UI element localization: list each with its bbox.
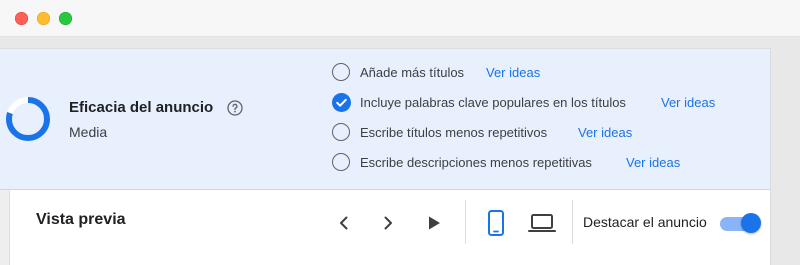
suggestion-text: Escribe títulos menos repetitivos [360,125,548,140]
suggestion-text: Añade más títulos [360,65,465,80]
play-icon[interactable] [423,212,445,234]
ad-strength-level: Media [69,124,108,140]
highlight-ad-toggle[interactable] [718,211,762,235]
preview-left-strip [0,190,10,265]
toggle-knob[interactable] [741,213,761,233]
chevron-left-icon[interactable] [333,212,355,234]
unchecked-circle-icon[interactable] [332,63,350,81]
toolbar-divider [465,200,466,244]
toolbar-divider [572,200,573,244]
window-titlebar [0,0,800,37]
ad-strength-title: Eficacia del anuncio [69,99,214,116]
laptop-icon[interactable] [528,211,556,235]
preview-title: Vista previa [36,211,126,228]
ad-strength-ring-icon [6,97,50,141]
see-ideas-link[interactable]: Ver ideas [486,65,540,80]
unchecked-circle-icon[interactable] [332,153,350,171]
highlight-ad-label: Destacar el anuncio [583,214,707,230]
suggestion-text: Escribe descripciones menos repetitivas [360,155,592,170]
zoom-window-button[interactable] [59,12,72,25]
see-ideas-link[interactable]: Ver ideas [626,155,680,170]
unchecked-circle-icon[interactable] [332,123,350,141]
chevron-right-icon[interactable] [377,212,399,234]
checked-circle-icon[interactable] [332,93,351,112]
see-ideas-link[interactable]: Ver ideas [578,125,632,140]
mobile-phone-icon[interactable] [485,209,507,237]
help-outline-icon[interactable] [227,100,243,116]
suggestion-text: Incluye palabras clave populares en los … [360,95,626,110]
see-ideas-link[interactable]: Ver ideas [661,95,715,110]
close-window-button[interactable] [15,12,28,25]
minimize-window-button[interactable] [37,12,50,25]
preview-toolbar: Vista previa Destacar el anuncio [0,190,770,265]
ad-panel: Eficacia del anuncio Media Añade más tít… [0,48,771,265]
ad-strength-section: Eficacia del anuncio Media Añade más tít… [0,49,770,190]
